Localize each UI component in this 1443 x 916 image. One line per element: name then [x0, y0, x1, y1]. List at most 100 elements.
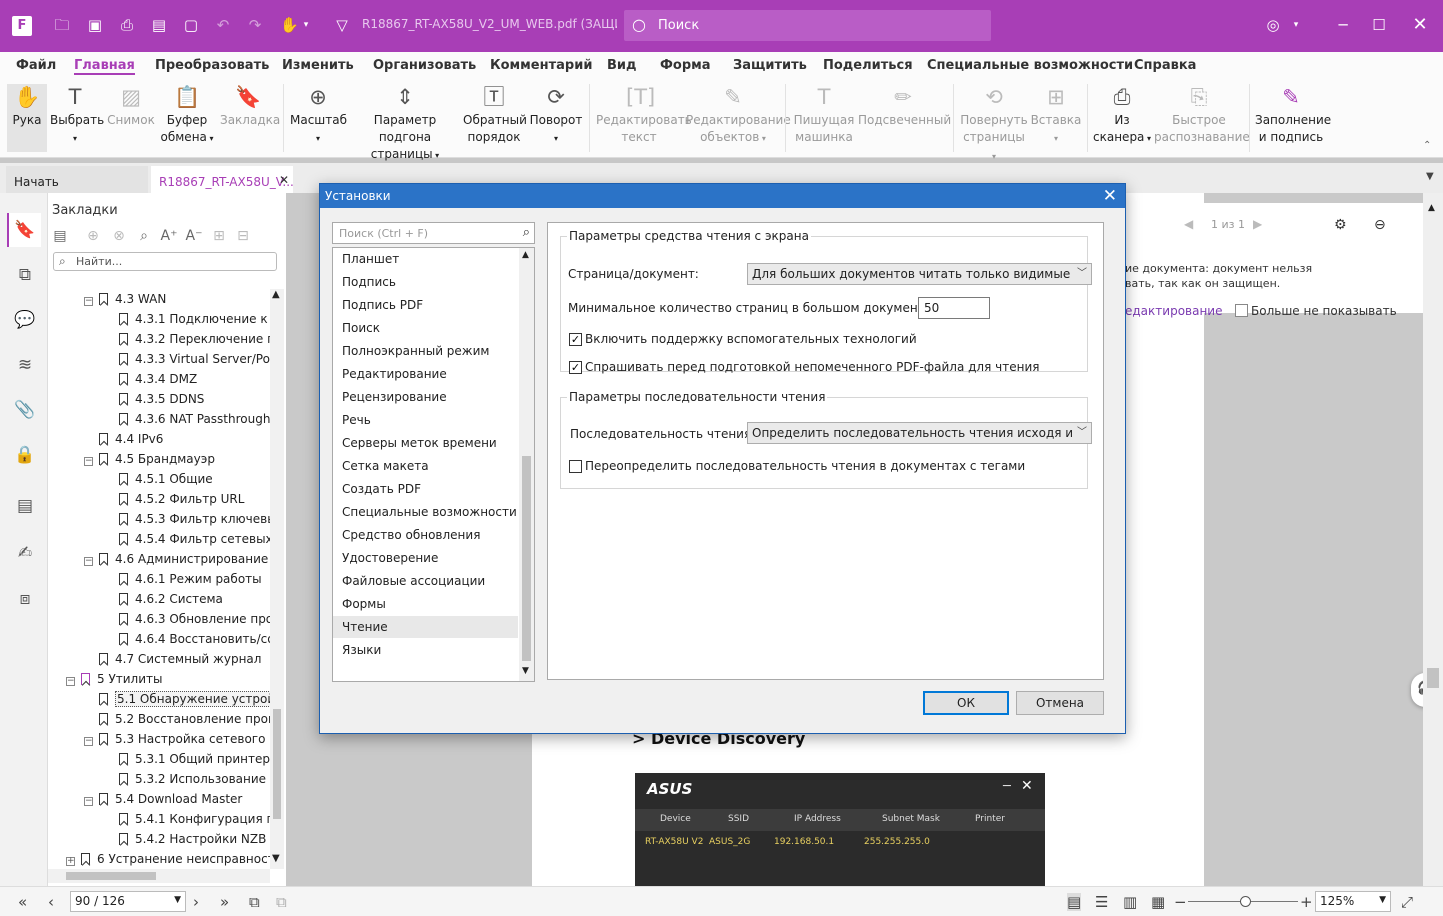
new-doc-icon[interactable]: ▢ [182, 16, 200, 34]
security-lock-icon[interactable]: 🔒 [14, 444, 36, 466]
vertical-scrollbar[interactable]: ▲ [1423, 193, 1443, 886]
save-icon[interactable]: ▣ [86, 16, 104, 34]
hand-tool-button[interactable]: ✋ Рука [7, 84, 47, 152]
bookmark-item[interactable]: 4.3.6 NAT Passthrough [104, 409, 270, 429]
fit-page-button[interactable]: ⇕ Параметр подгона страницы ▾ [351, 84, 459, 164]
zoom-in-icon[interactable]: + [1300, 893, 1313, 911]
category-item[interactable]: Формы [333, 593, 518, 615]
account-icon[interactable]: ◎ [1264, 16, 1282, 34]
attachment-icon[interactable]: 📎 [14, 399, 36, 421]
menu-help[interactable]: Справка [1134, 58, 1196, 73]
assistive-tech-checkbox[interactable]: ✓ [569, 333, 582, 346]
page-doc-select[interactable]: Для больших документов читать только вид… [747, 263, 1092, 285]
bookmark-item[interactable]: 4.5.2 Фильтр URL [104, 489, 244, 509]
bookmark-button[interactable]: 🔖 Закладка [220, 84, 280, 129]
bookmark-item[interactable]: 5.4.2 Настройки NZB [104, 829, 266, 849]
first-page-icon[interactable]: « [18, 893, 27, 911]
increase-font-icon[interactable]: A⁺ [160, 227, 178, 245]
bookmark-item[interactable]: 5.1 Обнаружение устройства [84, 689, 270, 709]
bookmark-item[interactable]: − 5.4 Download Master [84, 789, 242, 809]
expand-toggle-icon[interactable]: − [84, 797, 93, 806]
clipboard-button[interactable]: 📋 Буфер обмена ▾ [160, 84, 214, 147]
scroll-thumb[interactable] [522, 456, 531, 661]
close-window-icon[interactable]: ✕ [1411, 16, 1429, 34]
reading-order-select[interactable]: Определить последовательность чтения исх… [747, 422, 1092, 444]
bookmark-vertical-scrollbar[interactable]: ▲ ▼ [270, 289, 284, 869]
category-item[interactable]: Редактирование [333, 363, 518, 385]
category-item[interactable]: Чтение [333, 616, 518, 638]
page-dropdown-icon[interactable]: ▼ [174, 895, 181, 905]
account-chevron-icon[interactable]: ▾ [1287, 16, 1305, 34]
bookmark-item[interactable]: − 4.6 Администрирование [84, 549, 268, 569]
collapse-bookmarks-icon[interactable]: ⊟ [234, 227, 252, 245]
bookmark-item[interactable]: 4.7 Системный журнал [84, 649, 261, 669]
page-number-input[interactable]: 90 / 126 ▼ [70, 891, 186, 912]
rotate-button[interactable]: ⟳ Поворот ▾ [529, 84, 583, 147]
category-item[interactable]: Удостоверение [333, 547, 518, 569]
cancel-button[interactable]: Отмена [1016, 691, 1104, 715]
category-item[interactable]: Языки [333, 639, 518, 661]
bookmark-item[interactable]: − 5 Утилиты [66, 669, 162, 689]
edit-text-button[interactable]: [T] Редактировать текст [596, 84, 692, 146]
single-page-icon[interactable]: ▤ [1067, 893, 1082, 911]
prev-page-icon[interactable]: ‹ [48, 893, 54, 911]
zoom-dropdown-icon[interactable]: ▼ [1379, 895, 1386, 905]
override-order-checkbox[interactable] [569, 460, 582, 473]
scroll-up-icon[interactable]: ▲ [522, 250, 529, 260]
customize-toolbar-icon[interactable]: ▽ [333, 16, 351, 34]
ask-untagged-checkbox[interactable]: ✓ [569, 361, 582, 374]
continuous-icon[interactable]: ☰ [1095, 893, 1108, 911]
menu-home[interactable]: Главная [74, 58, 135, 75]
category-item[interactable]: Создать PDF [333, 478, 518, 500]
fill-sign-button[interactable]: ✎ Заполнение и подпись [1255, 84, 1331, 146]
menu-file[interactable]: Файл [16, 58, 56, 73]
scroll-thumb[interactable] [66, 872, 156, 880]
open-folder-icon[interactable]: 🗀 [53, 16, 71, 34]
two-page-continuous-icon[interactable]: ▦ [1151, 893, 1165, 911]
bookmark-item[interactable]: 5.3.2 Использование LPR д [104, 769, 270, 789]
signature-icon[interactable]: ✍ [14, 542, 36, 564]
bookmark-menu-icon[interactable]: ▤ [51, 227, 69, 245]
bookmark-item[interactable]: − 5.3 Настройка сетевого принт [84, 729, 270, 749]
bookmark-item[interactable]: 4.4 IPv6 [84, 429, 163, 449]
scan-doc-icon[interactable]: ▤ [150, 16, 168, 34]
bookmark-item[interactable]: − 4.3 WAN [84, 289, 166, 309]
settings-icon[interactable]: ⚙ [1334, 217, 1347, 233]
category-item[interactable]: Подпись PDF [333, 294, 518, 316]
bookmark-item[interactable]: 4.6.3 Обновление прошив [104, 609, 270, 629]
typewriter-button[interactable]: T Пишущая машинка [792, 84, 856, 146]
layers-icon[interactable]: ≋ [14, 354, 36, 376]
menu-protect[interactable]: Защитить [733, 58, 807, 73]
menu-organize[interactable]: Организовать [373, 58, 476, 73]
scroll-thumb[interactable] [1427, 668, 1439, 688]
category-item[interactable]: Речь [333, 409, 518, 431]
select-tool-button[interactable]: T Выбрать ▾ [50, 84, 104, 147]
scroll-up-icon[interactable]: ▲ [272, 289, 280, 300]
insert-button[interactable]: ⊞ Вставка ▾ [1030, 84, 1082, 147]
global-search-input[interactable]: ○ Поиск [624, 10, 991, 41]
bookmark-item[interactable]: 5.3.1 Общий принтер ASUS [104, 749, 270, 769]
bookmark-item[interactable]: 4.5.1 Общие [104, 469, 213, 489]
menu-comment[interactable]: Комментарий [490, 58, 592, 73]
min-pages-input[interactable]: 50 [918, 297, 990, 319]
from-scanner-button[interactable]: ⎙ Из сканера ▾ [1093, 84, 1151, 147]
close-icon[interactable]: ✕ [1103, 186, 1117, 206]
bookmark-item[interactable]: 4.6.2 Система [104, 589, 223, 609]
bookmark-item[interactable]: 5.4.1 Конфигурация парам [104, 809, 270, 829]
scroll-thumb[interactable] [273, 709, 281, 819]
comments-icon[interactable]: 💬 [14, 309, 36, 331]
bookmark-item[interactable]: 4.5.3 Фильтр ключевых сл [104, 509, 270, 529]
bookmark-item[interactable]: 4.3.3 Virtual Server/Port For [104, 349, 270, 369]
category-item[interactable]: Средство обновления [333, 524, 518, 546]
bookmark-horizontal-scrollbar[interactable] [48, 869, 270, 883]
prev-page-icon[interactable]: ◀ [1184, 217, 1193, 231]
pages-icon[interactable]: ⧉ [14, 264, 36, 286]
expand-toggle-icon[interactable]: − [84, 737, 93, 746]
menu-convert[interactable]: Преобразовать [155, 58, 269, 73]
dont-show-checkbox[interactable] [1235, 304, 1248, 317]
snapshot-button[interactable]: ▨ Снимок [106, 84, 156, 129]
next-page-icon[interactable]: › [193, 893, 199, 911]
bookmark-item[interactable]: 4.3.4 DMZ [104, 369, 197, 389]
compare-icon[interactable]: ⧈ [14, 588, 36, 610]
delete-bookmark-icon[interactable]: ⊗ [110, 227, 128, 245]
